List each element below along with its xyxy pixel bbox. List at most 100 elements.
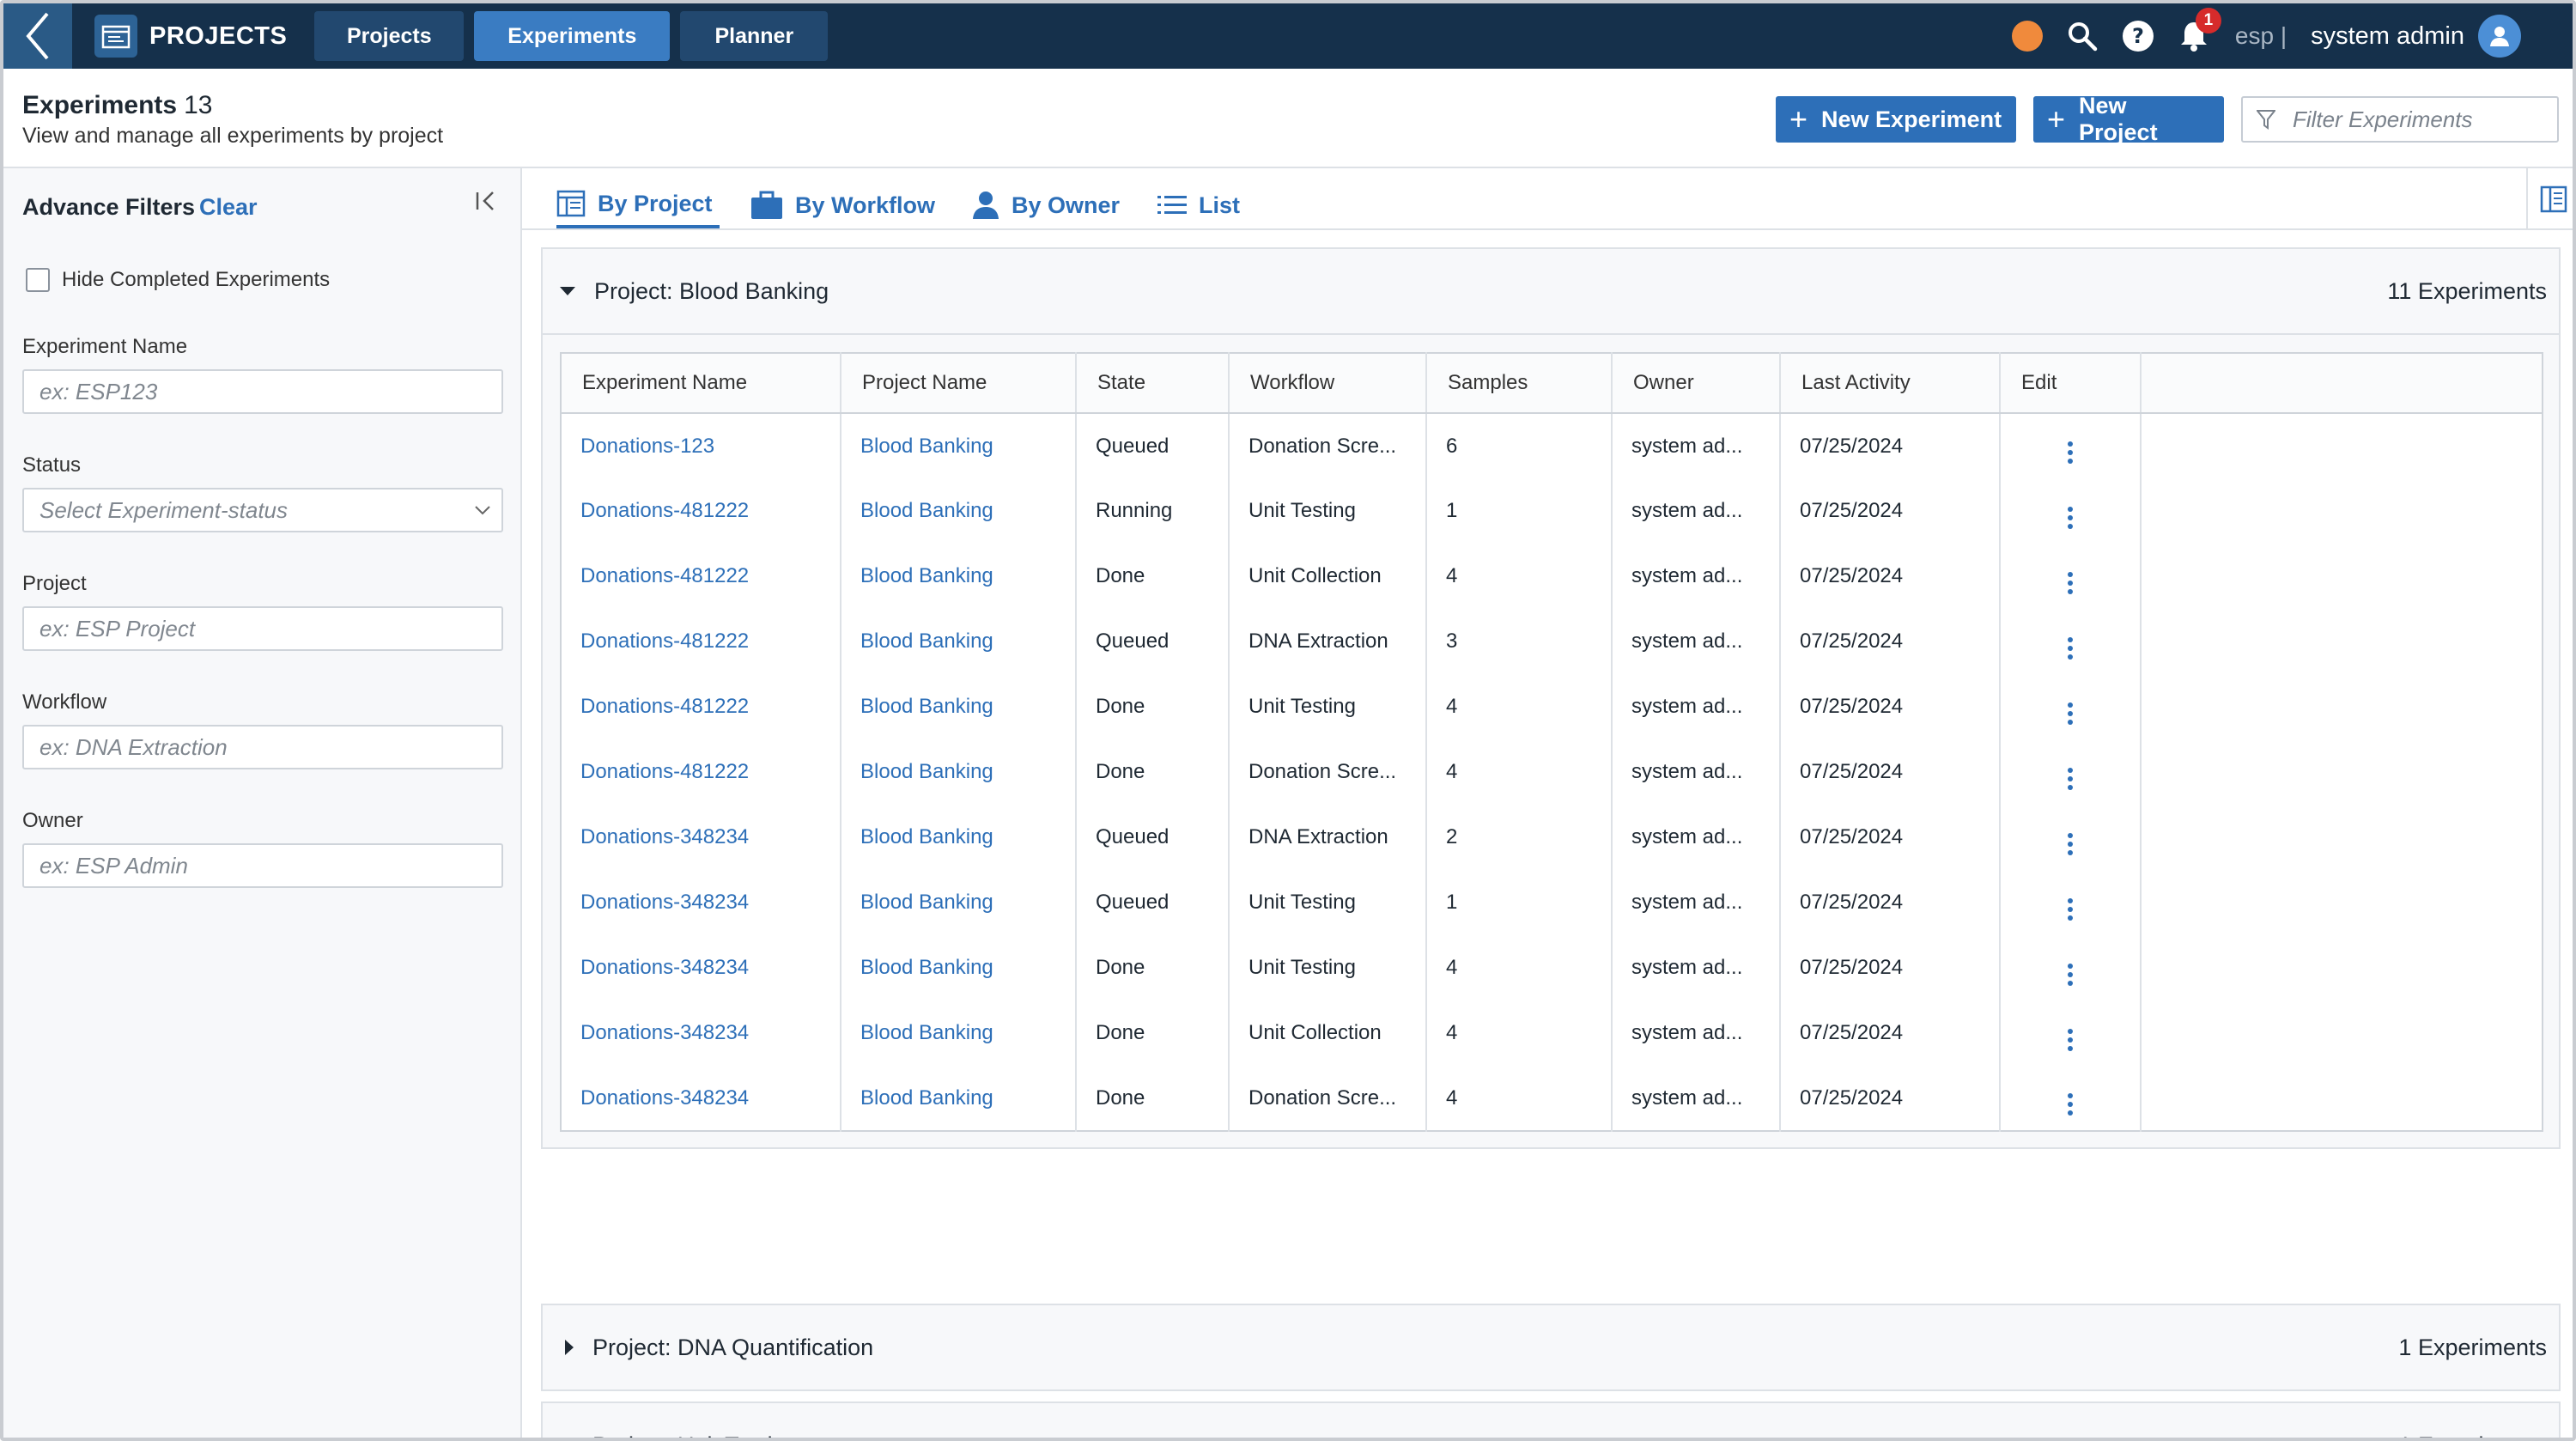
experiment-name-link[interactable]: Donations-348234 [561,1000,841,1066]
kebab-dot [2068,571,2073,577]
experiment-name-link[interactable]: Donations-481222 [561,609,841,674]
experiment-name-label: Experiment Name [22,335,188,358]
help-button[interactable]: ? [2122,20,2154,52]
table-body: Donations-123 Blood Banking Queued Donation… [561,413,2543,1131]
project-input[interactable]: ex: ESP Project [22,606,503,651]
column-header[interactable]: Experiment Name [561,353,841,414]
status-select[interactable]: Select Experiment-status [22,488,503,532]
project-name-link[interactable]: Blood Banking [841,413,1077,478]
collapse-sidebar-button[interactable] [474,189,498,217]
experiment-name-link[interactable]: Donations-481222 [561,674,841,739]
experiment-name-input[interactable]: ex: ESP123 [22,369,503,414]
kebab-menu-icon[interactable] [2068,767,2073,790]
hide-completed-label: Hide Completed Experiments [62,268,331,291]
project-name-link[interactable]: Blood Banking [841,805,1077,870]
tab-list[interactable]: List [1157,182,1240,228]
kebab-menu-icon[interactable] [2068,832,2073,855]
tab-by-owner[interactable]: By Owner [972,182,1120,228]
workflow-input[interactable]: ex: DNA Extraction [22,725,503,769]
kebab-menu-icon[interactable] [2068,1093,2073,1116]
table-row: Donations-348234 Blood Banking Done Donatio… [561,1066,2543,1131]
experiment-name-link[interactable]: Donations-348234 [561,805,841,870]
back-button[interactable] [3,3,72,69]
kebab-dot [2068,980,2073,986]
project-name-link[interactable]: Blood Banking [841,609,1077,674]
tab-by-project[interactable]: By Project [556,182,720,228]
column-header: Edit [2000,353,2142,414]
user-name[interactable]: system admin [2311,22,2464,51]
experiment-name-link[interactable]: Donations-348234 [561,870,841,935]
project-group-title: Project: DNA Quantification [592,1334,874,1360]
kebab-menu-icon[interactable] [2068,506,2073,529]
project-group-header[interactable]: Project: Blood Banking 11 Experiments [543,249,2559,333]
table-row: Donations-348234 Blood Banking Done Unit Te… [561,935,2543,1000]
project-board-icon [556,189,586,218]
top-right-controls: ? 1 esp | system admin [2011,3,2521,69]
nav-tab-projects[interactable]: Projects [314,11,465,61]
project-group-header[interactable]: Project: Unit Testing 1 Experiments [543,1403,2559,1438]
kebab-menu-icon[interactable] [2068,702,2073,725]
experiment-name-link[interactable]: Donations-481222 [561,544,841,609]
new-experiment-button[interactable]: + New Experiment [1776,96,2016,143]
column-header[interactable]: Samples [1426,353,1613,414]
search-button[interactable] [2067,21,2098,52]
project-name-link[interactable]: Blood Banking [841,674,1077,739]
experiment-name-link[interactable]: Donations-481222 [561,739,841,805]
state-cell: Queued [1076,413,1230,478]
tab-by-owner-label: By Owner [1012,192,1121,218]
clear-filters-link[interactable]: Clear [199,194,258,221]
new-project-button[interactable]: + New Project [2033,93,2224,145]
edit-cell [2000,935,2142,1000]
workflow-label: Workflow [22,690,107,714]
kebab-dot [2068,767,2073,773]
nav-tab-experiments[interactable]: Experiments [474,11,671,61]
project-group-title: Project: Unit Testing [592,1432,799,1438]
kebab-dot [2068,832,2073,838]
kebab-menu-icon[interactable] [2068,441,2073,464]
workflow-cell: Unit Collection [1229,544,1427,609]
kebab-dot [2068,841,2073,847]
kebab-menu-icon[interactable] [2068,897,2073,921]
project-group-header[interactable]: Project: DNA Quantification 1 Experiments [543,1305,2559,1389]
toggle-panel-button[interactable] [2526,168,2573,230]
svg-text:?: ? [2132,24,2144,48]
notifications-button[interactable]: 1 [2178,8,2221,52]
column-header[interactable]: Workflow [1229,353,1427,414]
edit-cell [2000,1000,2142,1066]
tab-by-workflow[interactable]: By Workflow [750,182,935,228]
project-name-link[interactable]: Blood Banking [841,935,1077,1000]
column-header[interactable]: Project Name [841,353,1077,414]
status-indicator[interactable] [2011,21,2043,52]
kebab-menu-icon[interactable] [2068,1028,2073,1051]
caret-down-icon [560,287,575,295]
project-name-link[interactable]: Blood Banking [841,1000,1077,1066]
owner-cell: system ad... [1612,478,1781,544]
nav-tab-planner[interactable]: Planner [680,11,829,61]
kebab-menu-icon[interactable] [2068,963,2073,986]
experiment-name-link[interactable]: Donations-123 [561,413,841,478]
experiment-name-link[interactable]: Donations-348234 [561,1066,841,1131]
column-header[interactable]: Last Activity [1780,353,2001,414]
filter-experiments-input[interactable] [2293,106,2550,133]
kebab-menu-icon[interactable] [2068,571,2073,594]
project-name-link[interactable]: Blood Banking [841,544,1077,609]
project-name-link[interactable]: Blood Banking [841,478,1077,544]
kebab-dot [2068,459,2073,464]
project-name-link[interactable]: Blood Banking [841,739,1077,805]
project-name-link[interactable]: Blood Banking [841,1066,1077,1131]
chevron-down-icon [475,506,490,515]
project-name-link[interactable]: Blood Banking [841,870,1077,935]
tab-by-project-label: By Project [598,190,713,216]
owner-input[interactable]: ex: ESP Admin [22,843,503,888]
project-group-count: 11 Experiments [2387,277,2547,304]
avatar[interactable] [2478,15,2521,58]
kebab-menu-icon[interactable] [2068,636,2073,660]
status-select-placeholder: Select Experiment-status [39,496,289,523]
experiment-name-link[interactable]: Donations-481222 [561,478,841,544]
hide-completed-checkbox[interactable] [26,268,50,292]
column-header[interactable]: State [1076,353,1230,414]
kebab-dot [2068,645,2073,651]
state-cell: Done [1076,1000,1230,1066]
experiment-name-link[interactable]: Donations-348234 [561,935,841,1000]
column-header[interactable]: Owner [1612,353,1781,414]
